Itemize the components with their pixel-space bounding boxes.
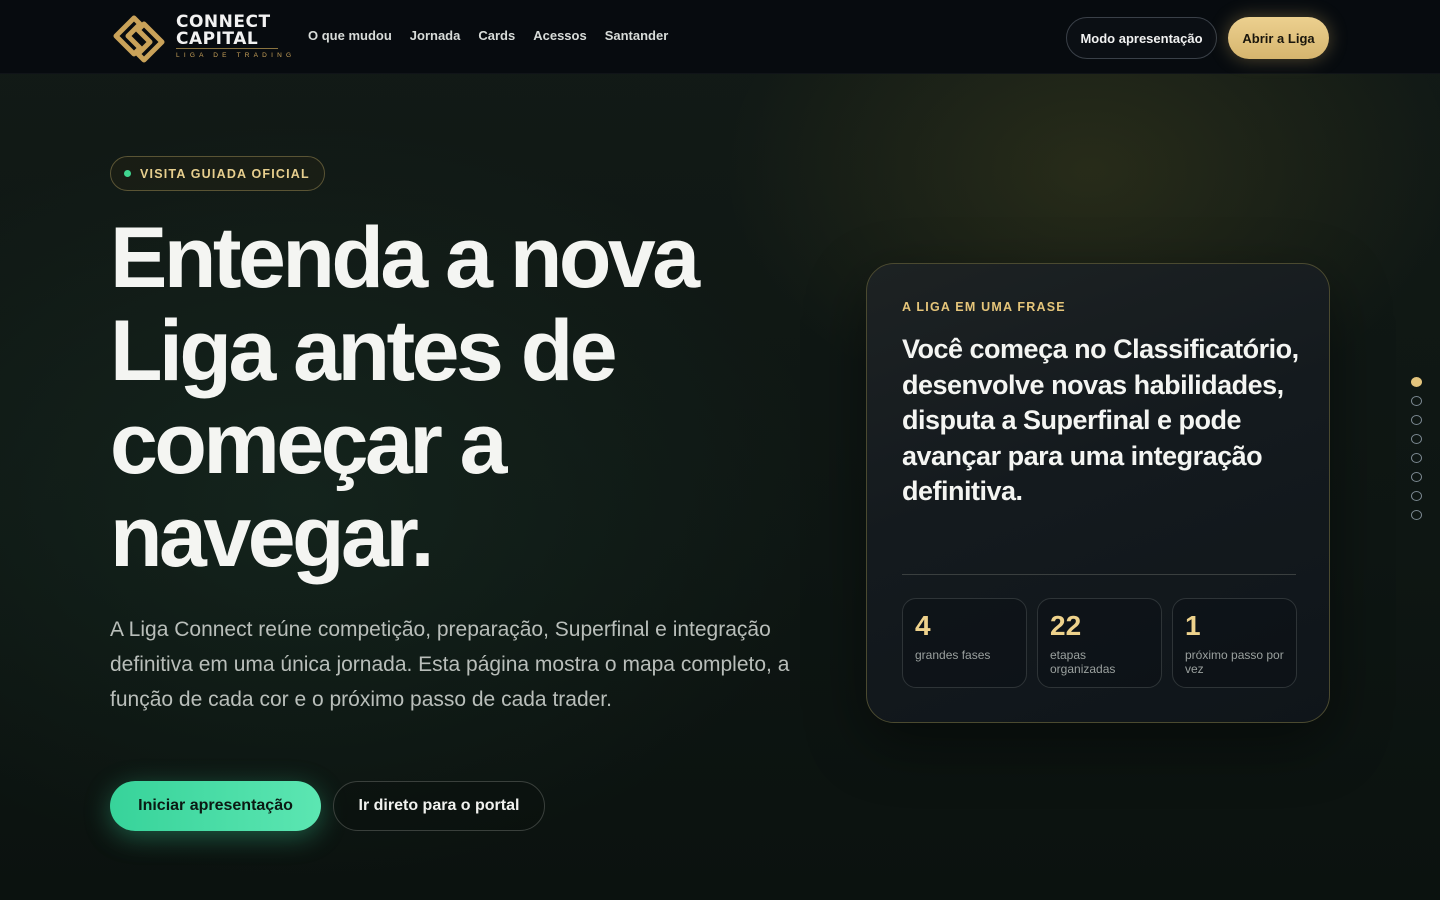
section-dot[interactable]: [1411, 491, 1422, 501]
nav-link-o-que-mudou[interactable]: O que mudou: [308, 28, 392, 43]
connect-capital-logo-icon: [113, 15, 165, 63]
hero-title-line: Liga antes de: [110, 303, 618, 399]
nav-link-acessos[interactable]: Acessos: [533, 28, 586, 43]
stat-next-step: 1 próximo passo por vez: [1172, 598, 1297, 688]
brand-name-line2: CAPITAL: [176, 29, 259, 49]
card-kicker: A LIGA EM UMA FRASE: [902, 300, 1066, 314]
stats-row: 4 grandes fases 22 etapas organizadas 1 …: [902, 598, 1297, 688]
stat-value: 22: [1050, 610, 1082, 641]
section-dot[interactable]: [1411, 434, 1422, 444]
brand-tagline: LIGA DE TRADING: [176, 52, 296, 59]
stat-value: 4: [915, 610, 931, 641]
section-dot[interactable]: [1411, 396, 1422, 406]
top-navigation: CONNECT CAPITAL LIGA DE TRADING O que mu…: [0, 0, 1440, 74]
presentation-mode-button[interactable]: Modo apresentação: [1066, 17, 1217, 59]
section-dot[interactable]: [1411, 510, 1422, 520]
status-dot-icon: [124, 170, 131, 177]
section-dot[interactable]: [1411, 377, 1422, 387]
stat-phases: 4 grandes fases: [902, 598, 1027, 688]
card-quote: Você começa no Classificatório, desenvol…: [902, 334, 1299, 506]
stat-value: 1: [1185, 610, 1201, 641]
hero-title-line: navegar.: [110, 489, 435, 585]
section-dot[interactable]: [1411, 472, 1422, 482]
open-league-button[interactable]: Abrir a Liga: [1228, 17, 1329, 59]
stat-label: próximo passo por vez: [1185, 648, 1284, 676]
stat-label: etapas organizadas: [1050, 648, 1116, 676]
stat-stages: 22 etapas organizadas: [1037, 598, 1162, 688]
guided-tour-badge: VISITA GUIADA OFICIAL: [110, 156, 325, 191]
section-navigation-dots: [1411, 377, 1422, 520]
badge-label: VISITA GUIADA OFICIAL: [140, 166, 310, 181]
hero-title-line: Entenda a nova: [110, 210, 700, 306]
nav-link-cards[interactable]: Cards: [478, 28, 515, 43]
hero-title-line: começar a: [110, 396, 508, 492]
card-divider: [902, 574, 1296, 575]
nav-link-santander[interactable]: Santander: [605, 28, 669, 43]
section-dot[interactable]: [1411, 453, 1422, 463]
nav-link-jornada[interactable]: Jornada: [410, 28, 461, 43]
start-presentation-button[interactable]: Iniciar apresentação: [110, 781, 321, 831]
hero-description: A Liga Connect reúne competição, prepara…: [110, 618, 790, 711]
brand-logo[interactable]: CONNECT CAPITAL LIGA DE TRADING: [110, 10, 291, 66]
section-dot[interactable]: [1411, 415, 1422, 425]
league-summary-card: A LIGA EM UMA FRASE Você começa no Class…: [866, 263, 1330, 723]
brand-divider: [176, 48, 278, 49]
brand-name: CONNECT CAPITAL: [176, 14, 271, 48]
stat-label: grandes fases: [915, 648, 991, 662]
hero-title: Entenda a nova Liga antes de começar a n…: [110, 212, 810, 584]
go-to-portal-button[interactable]: Ir direto para o portal: [333, 781, 545, 831]
nav-links: O que mudou Jornada Cards Acessos Santan…: [308, 28, 668, 43]
